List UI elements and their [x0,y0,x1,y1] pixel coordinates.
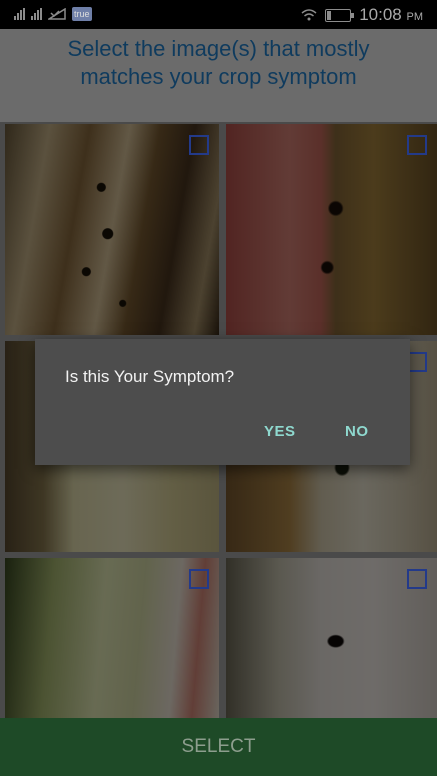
carrier-icon: true [72,7,92,21]
select-button[interactable]: SELECT [0,718,437,776]
select-checkbox[interactable] [407,352,427,372]
wifi-icon [301,9,317,21]
dialog-message: Is this Your Symptom? [65,367,235,386]
clock: 10:08 PM [359,5,423,24]
confirm-symptom-dialog: Is this Your Symptom? YES NO [35,339,410,465]
select-checkbox[interactable] [407,135,427,155]
page-title-line-1: Select the image(s) that mostly [67,36,370,61]
status-icons-left: true [14,7,92,21]
symptom-image-5[interactable] [5,558,219,718]
symptom-image-2[interactable] [226,124,437,335]
signal-icon [14,8,25,20]
select-checkbox[interactable] [407,569,427,589]
no-button[interactable]: NO [345,423,369,440]
page-title-line-2: matches your crop symptom [80,64,357,89]
status-icons-right: 10:08 PM [301,5,423,25]
select-checkbox[interactable] [189,135,209,155]
symptom-image-1[interactable] [5,124,219,335]
symptom-image-6[interactable] [226,558,437,718]
signal-icon [31,8,42,20]
page-header: Select the image(s) that mostly matches … [0,29,437,122]
yes-button[interactable]: YES [264,423,296,440]
status-bar: true 10:08 PM [0,0,437,29]
check-signal-icon [48,8,66,20]
battery-icon [325,8,355,22]
select-checkbox[interactable] [189,569,209,589]
